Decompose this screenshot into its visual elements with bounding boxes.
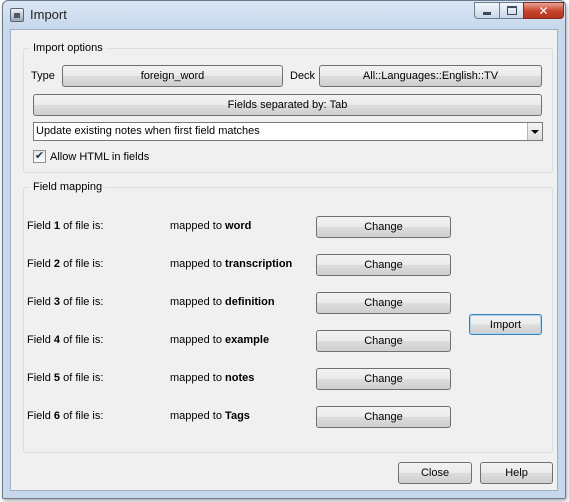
type-value: foreign_word — [140, 70, 205, 82]
field-mapping-row: Field 1 of file is: mapped to word Chang… — [11, 216, 551, 238]
field-separator-label: Fields separated by: Tab — [227, 99, 348, 111]
update-mode-value: Update existing notes when first field m… — [36, 125, 260, 137]
minimize-button[interactable] — [474, 2, 500, 19]
checkmark-icon: ✔ — [34, 150, 45, 162]
maximize-icon — [506, 6, 517, 15]
window-title: Import — [30, 7, 67, 22]
field-target-text: mapped to word — [170, 220, 252, 232]
dropdown-arrow-icon[interactable] — [527, 123, 542, 140]
field-mapping-row: Field 5 of file is: mapped to notes Chan… — [11, 368, 551, 390]
close-button[interactable]: Close — [398, 462, 472, 484]
change-button[interactable]: Change — [316, 216, 451, 238]
change-button[interactable]: Change — [316, 254, 451, 276]
field-source-text: Field 5 of file is: — [27, 372, 104, 384]
help-button[interactable]: Help — [480, 462, 553, 484]
dialog-body: Import options Type foreign_word Deck Al… — [10, 29, 558, 491]
field-source-text: Field 3 of file is: — [27, 296, 104, 308]
import-button[interactable]: Import — [469, 314, 542, 335]
field-mapping-row: Field 6 of file is: mapped to Tags Chang… — [11, 406, 551, 428]
close-icon: ✕ — [538, 3, 549, 18]
allow-html-checkbox[interactable]: ✔ — [33, 150, 46, 163]
change-button[interactable]: Change — [316, 330, 451, 352]
field-mapping-row: Field 3 of file is: mapped to definition… — [11, 292, 551, 314]
field-mapping-row: Field 2 of file is: mapped to transcript… — [11, 254, 551, 276]
title-bar[interactable]: Import ✕ — [3, 1, 565, 29]
deck-value: All::Languages::English::TV — [362, 70, 499, 82]
type-button[interactable]: foreign_word — [62, 65, 283, 87]
change-button[interactable]: Change — [316, 368, 451, 390]
import-dialog: Import ✕ Import options Type foreign_wor… — [2, 0, 566, 499]
type-label: Type — [31, 70, 55, 82]
close-window-button[interactable]: ✕ — [523, 2, 564, 19]
field-source-text: Field 2 of file is: — [27, 258, 104, 270]
field-source-text: Field 1 of file is: — [27, 220, 104, 232]
deck-button[interactable]: All::Languages::English::TV — [319, 65, 542, 87]
change-button[interactable]: Change — [316, 292, 451, 314]
app-icon — [10, 8, 24, 22]
field-target-text: mapped to example — [170, 334, 270, 346]
minimize-icon — [483, 12, 491, 15]
field-target-text: mapped to transcription — [170, 258, 293, 270]
allow-html-label[interactable]: Allow HTML in fields — [50, 151, 149, 163]
update-mode-select[interactable]: Update existing notes when first field m… — [33, 122, 543, 141]
field-target-text: mapped to notes — [170, 372, 255, 384]
import-options-title: Import options — [30, 42, 106, 54]
field-target-text: mapped to Tags — [170, 410, 250, 422]
field-source-text: Field 4 of file is: — [27, 334, 104, 346]
change-button[interactable]: Change — [316, 406, 451, 428]
field-separator-button[interactable]: Fields separated by: Tab — [33, 94, 542, 116]
field-mapping-title: Field mapping — [30, 181, 106, 193]
deck-label: Deck — [290, 70, 316, 82]
field-source-text: Field 6 of file is: — [27, 410, 104, 422]
maximize-button[interactable] — [499, 2, 524, 19]
field-target-text: mapped to definition — [170, 296, 275, 308]
